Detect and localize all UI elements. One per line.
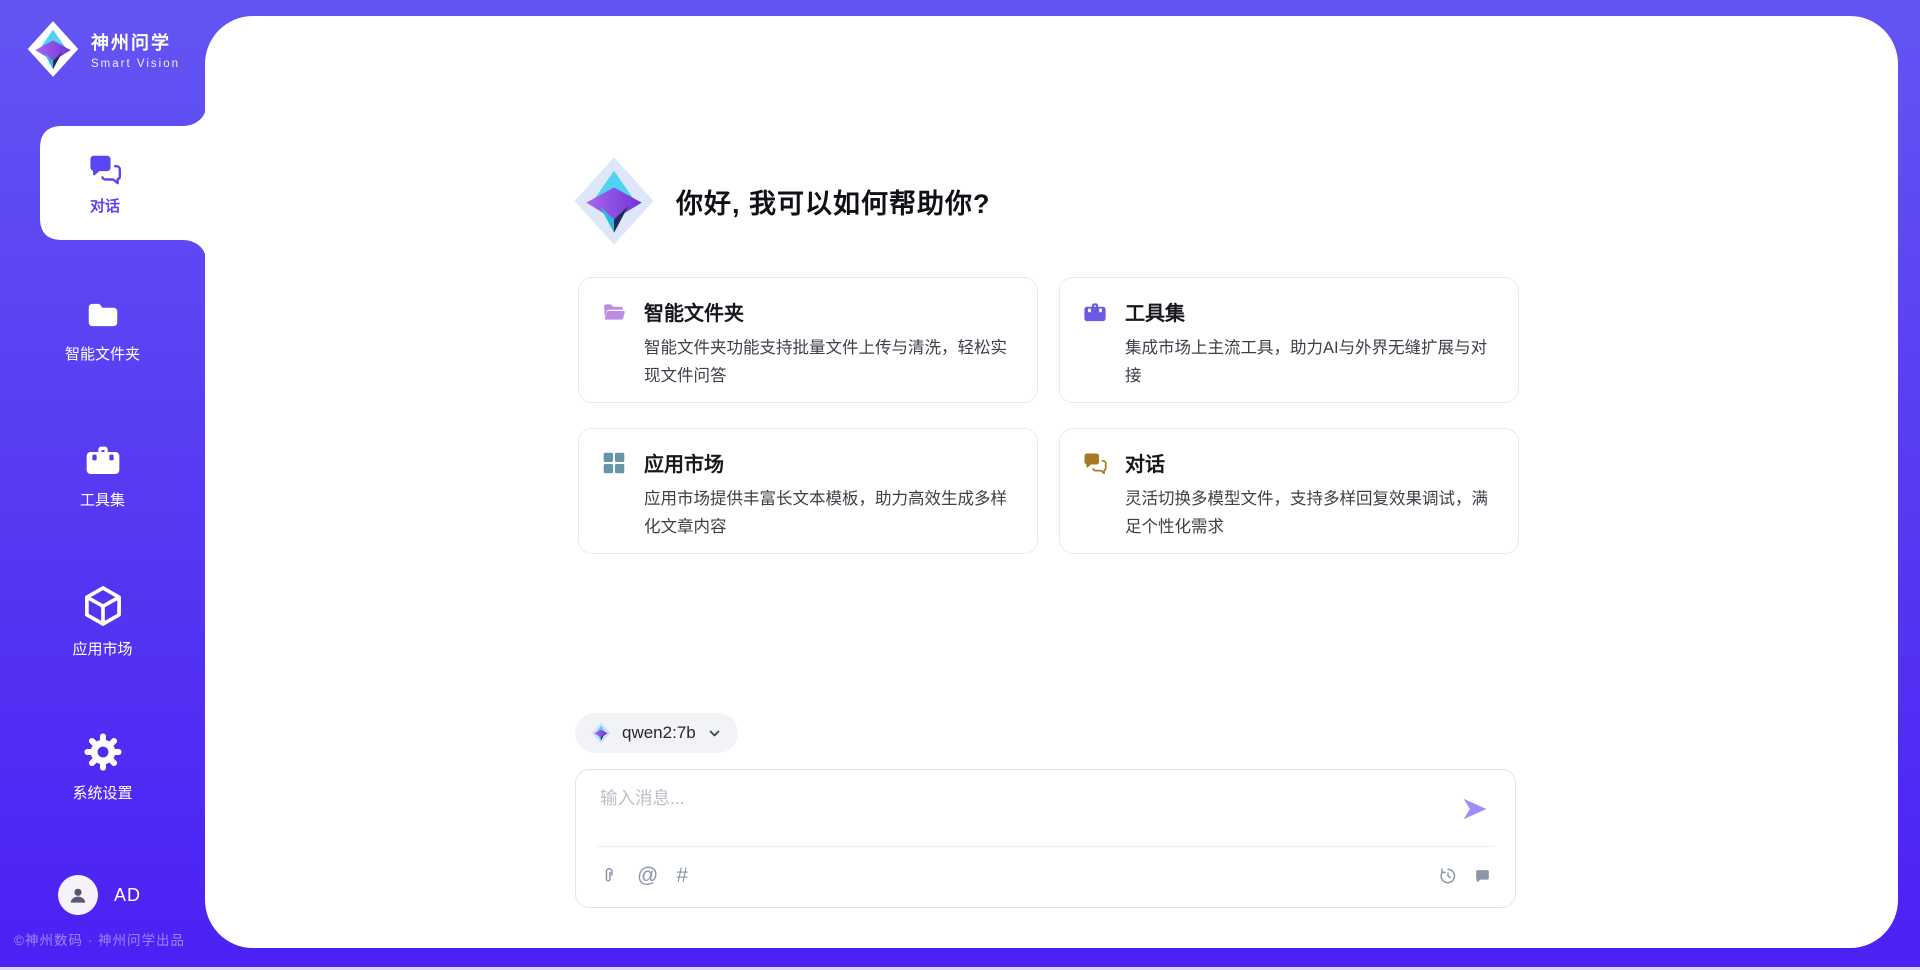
send-icon [1461,795,1489,823]
sidebar-item-label: 智能文件夹 [65,343,140,364]
sidebar-item-app-market[interactable]: 应用市场 [0,583,205,659]
sidebar-item-smart-folder[interactable]: 智能文件夹 [0,296,205,364]
folder-icon [84,296,122,334]
card-description: 智能文件夹功能支持批量文件上传与清洗，轻松实现文件问答 [644,335,1022,390]
card-description: 应用市场提供丰富长文本模板，助力高效生成多样化文章内容 [644,486,1022,541]
user-account-button[interactable]: AD [58,875,141,915]
card-toolbox[interactable]: 工具集 集成市场上主流工具，助力AI与外界无缝扩展与对接 [1059,277,1519,403]
card-app-market[interactable]: 应用市场 应用市场提供丰富长文本模板，助力高效生成多样化文章内容 [578,428,1038,554]
composer-divider [596,846,1495,847]
composer-toolbar: @ # [599,856,1492,896]
briefcase-icon [1082,299,1108,325]
card-title: 应用市场 [644,448,724,477]
card-smart-folder[interactable]: 智能文件夹 智能文件夹功能支持批量文件上传与清洗，轻松实现文件问答 [578,277,1038,403]
brand-name: 神州问学 [91,29,180,55]
sidebar-item-label: 系统设置 [72,782,132,803]
app: { "brand": { "name": "神州问学", "subtitle":… [0,0,1920,970]
hashtag-icon: # [676,864,688,888]
feature-cards: 智能文件夹 智能文件夹功能支持批量文件上传与清洗，轻松实现文件问答 工具集 集成… [578,277,1519,554]
card-title: 工具集 [1125,297,1185,326]
sidebar-item-label: 应用市场 [72,638,132,659]
message-input[interactable] [600,785,1450,841]
chat-icon [1082,450,1108,476]
avatar [58,875,98,915]
sidebar-item-settings[interactable]: 系统设置 [0,731,205,803]
footer-copyright: ©神州数码 · 神州问学出品 [14,929,185,949]
model-selector[interactable]: qwen2:7b [575,713,738,753]
brand-diamond-icon [26,20,80,78]
cube-icon [80,583,126,629]
sidebar-item-label: 对话 [90,195,120,216]
history-icon [1438,866,1458,886]
brand-subtitle: Smart Vision [91,58,180,70]
toolbox-icon [83,440,123,480]
feedback-bubble-button[interactable] [1473,867,1492,886]
user-initials: AD [114,885,141,906]
mention-icon: @ [637,864,658,888]
attachment-icon [599,865,619,887]
card-description: 灵活切换多模型文件，支持多样回复效果调试，满足个性化需求 [1125,486,1503,541]
hashtag-button[interactable]: # [676,864,688,888]
card-title: 对话 [1125,448,1165,477]
history-button[interactable] [1438,866,1458,886]
sidebar-item-toolbox[interactable]: 工具集 [0,440,205,510]
message-composer: @ # [575,769,1516,908]
model-diamond-icon [591,722,611,744]
gear-icon [82,731,124,773]
send-button[interactable] [1461,795,1489,823]
folder-open-icon [601,299,627,325]
chat-icon [87,151,123,187]
chevron-down-icon [707,726,722,741]
greeting-title: 你好, 我可以如何帮助你? [676,182,991,221]
card-description: 集成市场上主流工具，助力AI与外界无缝扩展与对接 [1125,335,1503,390]
assistant-diamond-icon [572,155,656,247]
attachment-button[interactable] [599,865,619,887]
apps-grid-icon [601,450,627,476]
sidebar-item-chat[interactable]: 对话 [40,130,170,236]
card-chat[interactable]: 对话 灵活切换多模型文件，支持多样回复效果调试，满足个性化需求 [1059,428,1519,554]
brand-logo: 神州问学 Smart Vision [26,20,180,78]
card-title: 智能文件夹 [644,297,744,326]
model-name: qwen2:7b [622,723,696,743]
chat-bubble-icon [1473,867,1492,886]
mention-button[interactable]: @ [637,864,658,888]
sidebar-item-label: 工具集 [80,489,125,510]
greeting: 你好, 我可以如何帮助你? [572,155,991,247]
person-icon [66,883,90,907]
